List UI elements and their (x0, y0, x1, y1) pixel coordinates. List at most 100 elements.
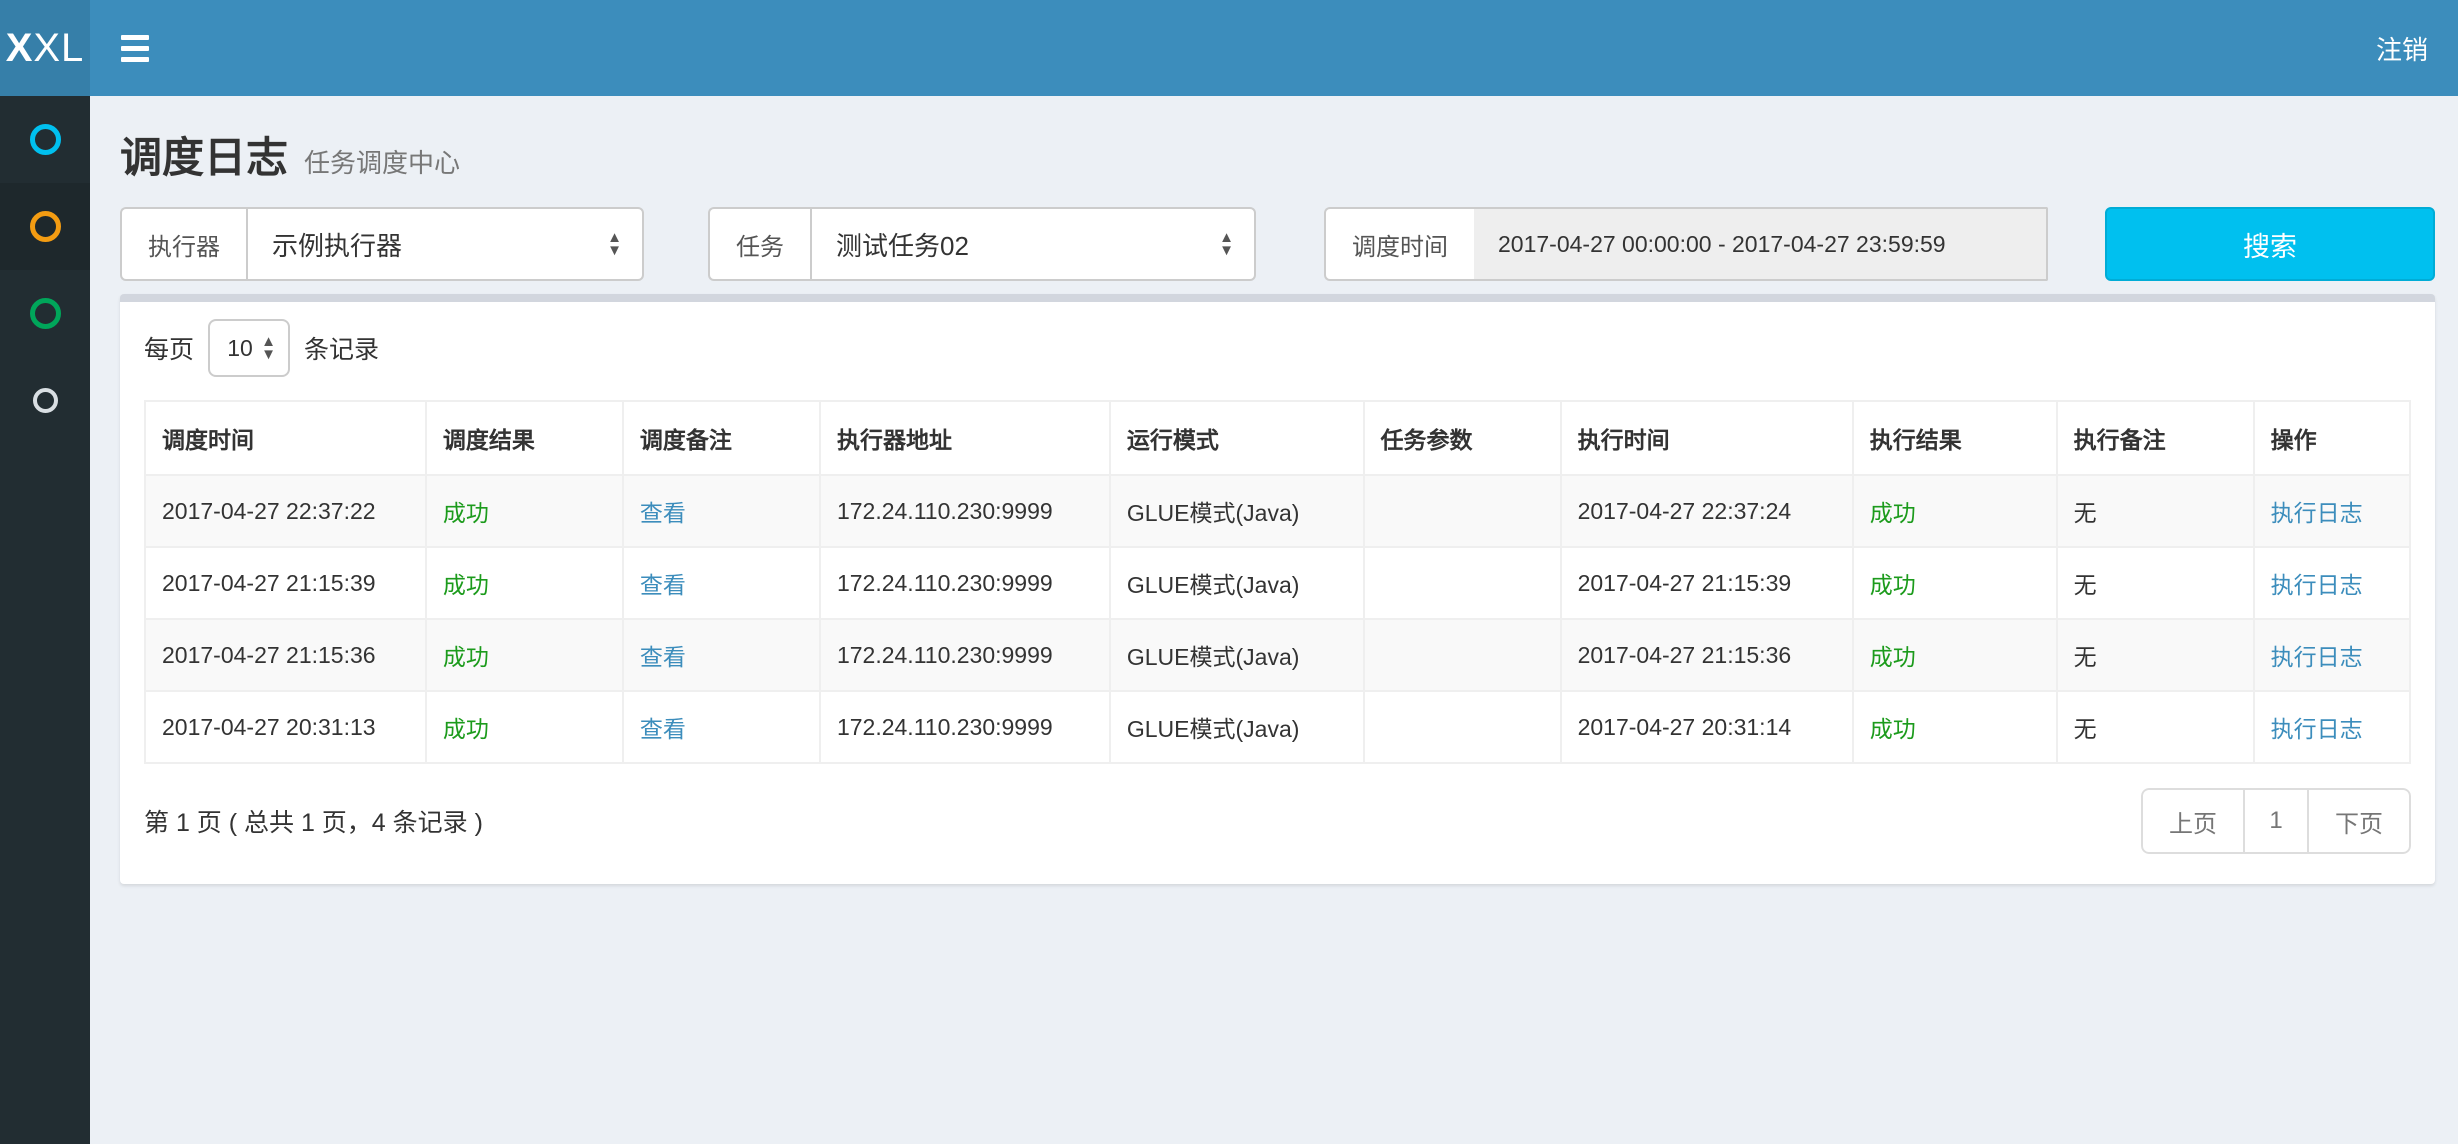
cell-executor-address: 172.24.110.230:9999 (820, 619, 1110, 691)
col-trigger-result: 调度结果 (426, 401, 623, 475)
select-updown-icon: ▲▼ (261, 335, 276, 361)
filter-bar: 执行器 示例执行器 ▲▼ 任务 测试任务02 ▲▼ 调度时间 2017-04-2… (120, 207, 2435, 281)
cell-handle-msg: 无 (2057, 475, 2254, 547)
page-size-select[interactable]: 10 ▲▼ (208, 319, 290, 377)
cell-executor-address: 172.24.110.230:9999 (820, 691, 1110, 763)
cell-trigger-result: 成功 (426, 475, 623, 547)
cell-trigger-time: 2017-04-27 21:15:36 (145, 619, 426, 691)
page-size-prefix: 每页 (144, 330, 194, 366)
cell-trigger-result: 成功 (426, 691, 623, 763)
logout-link[interactable]: 注销 (2376, 30, 2428, 67)
exec-log-link[interactable]: 执行日志 (2271, 716, 2363, 742)
circle-icon (30, 211, 61, 242)
table-footer: 第 1 页 ( 总共 1 页，4 条记录 ) 上页 1 下页 (144, 788, 2411, 854)
sidebar (0, 96, 90, 1144)
trigger-time-filter-label: 调度时间 (1324, 207, 1474, 281)
cell-glue-type: GLUE模式(Java) (1110, 691, 1364, 763)
exec-log-link[interactable]: 执行日志 (2271, 572, 2363, 598)
dispatch-log-table: 调度时间 调度结果 调度备注 执行器地址 运行模式 任务参数 执行时间 执行结果… (144, 400, 2411, 764)
executor-select[interactable]: 示例执行器 ▲▼ (246, 207, 644, 281)
trigger-time-range-input[interactable]: 2017-04-27 00:00:00 - 2017-04-27 23:59:5… (1474, 207, 2048, 281)
cell-handle-msg: 无 (2057, 547, 2254, 619)
log-table-box: 每页 10 ▲▼ 条记录 调度时间 调度结果 调度备注 执行器地址 运行模式 任… (120, 294, 2435, 884)
cell-trigger-time: 2017-04-27 21:15:39 (145, 547, 426, 619)
page-size-value: 10 (227, 335, 253, 362)
job-select[interactable]: 测试任务02 ▲▼ (810, 207, 1256, 281)
cell-handle-result: 成功 (1853, 547, 2057, 619)
select-updown-icon: ▲▼ (1219, 231, 1234, 257)
next-page-button[interactable]: 下页 (2307, 788, 2411, 854)
pagination-info: 第 1 页 ( 总共 1 页，4 条记录 ) (144, 803, 483, 839)
circle-icon (33, 388, 58, 413)
executor-select-value: 示例执行器 (272, 226, 402, 263)
col-action: 操作 (2254, 401, 2410, 475)
table-row: 2017-04-27 20:31:13 成功 查看 172.24.110.230… (145, 691, 2410, 763)
cell-executor-address: 172.24.110.230:9999 (820, 475, 1110, 547)
view-trigger-msg-link[interactable]: 查看 (640, 500, 686, 526)
cell-handle-time: 2017-04-27 21:15:39 (1561, 547, 1853, 619)
sidebar-item-3[interactable] (0, 270, 90, 357)
app-logo[interactable]: XXL (0, 0, 90, 96)
page-size-bar: 每页 10 ▲▼ 条记录 (144, 318, 2411, 378)
executor-filter-group: 执行器 示例执行器 ▲▼ (120, 207, 644, 281)
sidebar-toggle-button[interactable] (90, 0, 180, 96)
cell-handle-result: 成功 (1853, 691, 2057, 763)
logo-text: XL (33, 26, 84, 71)
main-content: 调度日志 任务调度中心 执行器 示例执行器 ▲▼ 任务 测试任务02 ▲▼ 调度… (90, 96, 2458, 1144)
page-header: 调度日志 任务调度中心 (120, 124, 2435, 185)
cell-handle-result: 成功 (1853, 475, 2057, 547)
col-handle-result: 执行结果 (1853, 401, 2057, 475)
cell-glue-type: GLUE模式(Java) (1110, 547, 1364, 619)
hamburger-icon (121, 35, 149, 62)
cell-glue-type: GLUE模式(Java) (1110, 619, 1364, 691)
sidebar-item-2-active[interactable] (0, 183, 90, 270)
table-row: 2017-04-27 21:15:39 成功 查看 172.24.110.230… (145, 547, 2410, 619)
page-size-suffix: 条记录 (304, 330, 379, 366)
cell-handle-time: 2017-04-27 22:37:24 (1561, 475, 1853, 547)
col-job-param: 任务参数 (1364, 401, 1561, 475)
table-header-row: 调度时间 调度结果 调度备注 执行器地址 运行模式 任务参数 执行时间 执行结果… (145, 401, 2410, 475)
job-filter-label: 任务 (708, 207, 810, 281)
view-trigger-msg-link[interactable]: 查看 (640, 644, 686, 670)
select-updown-icon: ▲▼ (607, 231, 622, 257)
view-trigger-msg-link[interactable]: 查看 (640, 572, 686, 598)
view-trigger-msg-link[interactable]: 查看 (640, 716, 686, 742)
cell-job-param (1364, 619, 1561, 691)
sidebar-item-1[interactable] (0, 96, 90, 183)
col-trigger-msg: 调度备注 (623, 401, 820, 475)
cell-handle-result: 成功 (1853, 619, 2057, 691)
cell-job-param (1364, 691, 1561, 763)
job-select-value: 测试任务02 (836, 226, 969, 263)
cell-job-param (1364, 475, 1561, 547)
cell-executor-address: 172.24.110.230:9999 (820, 547, 1110, 619)
top-navbar: XXL 注销 (0, 0, 2458, 96)
sidebar-item-4[interactable] (0, 357, 90, 444)
cell-handle-msg: 无 (2057, 619, 2254, 691)
job-filter-group: 任务 测试任务02 ▲▼ (708, 207, 1256, 281)
col-handle-time: 执行时间 (1561, 401, 1853, 475)
cell-job-param (1364, 547, 1561, 619)
cell-handle-msg: 无 (2057, 691, 2254, 763)
cell-glue-type: GLUE模式(Java) (1110, 475, 1364, 547)
exec-log-link[interactable]: 执行日志 (2271, 644, 2363, 670)
cell-trigger-result: 成功 (426, 619, 623, 691)
navbar-right: 注销 (2376, 0, 2458, 96)
col-executor-address: 执行器地址 (820, 401, 1110, 475)
cell-trigger-time: 2017-04-27 20:31:13 (145, 691, 426, 763)
col-glue-type: 运行模式 (1110, 401, 1364, 475)
page-title: 调度日志 (120, 124, 288, 185)
prev-page-button[interactable]: 上页 (2141, 788, 2245, 854)
logo-text-bold: X (6, 26, 34, 71)
circle-icon (30, 124, 61, 155)
circle-icon (30, 298, 61, 329)
table-row: 2017-04-27 21:15:36 成功 查看 172.24.110.230… (145, 619, 2410, 691)
table-row: 2017-04-27 22:37:22 成功 查看 172.24.110.230… (145, 475, 2410, 547)
cell-handle-time: 2017-04-27 20:31:14 (1561, 691, 1853, 763)
search-button[interactable]: 搜索 (2105, 207, 2435, 281)
cell-trigger-result: 成功 (426, 547, 623, 619)
col-trigger-time: 调度时间 (145, 401, 426, 475)
exec-log-link[interactable]: 执行日志 (2271, 500, 2363, 526)
page-subtitle: 任务调度中心 (304, 143, 460, 180)
current-page-button[interactable]: 1 (2243, 788, 2309, 854)
cell-handle-time: 2017-04-27 21:15:36 (1561, 619, 1853, 691)
